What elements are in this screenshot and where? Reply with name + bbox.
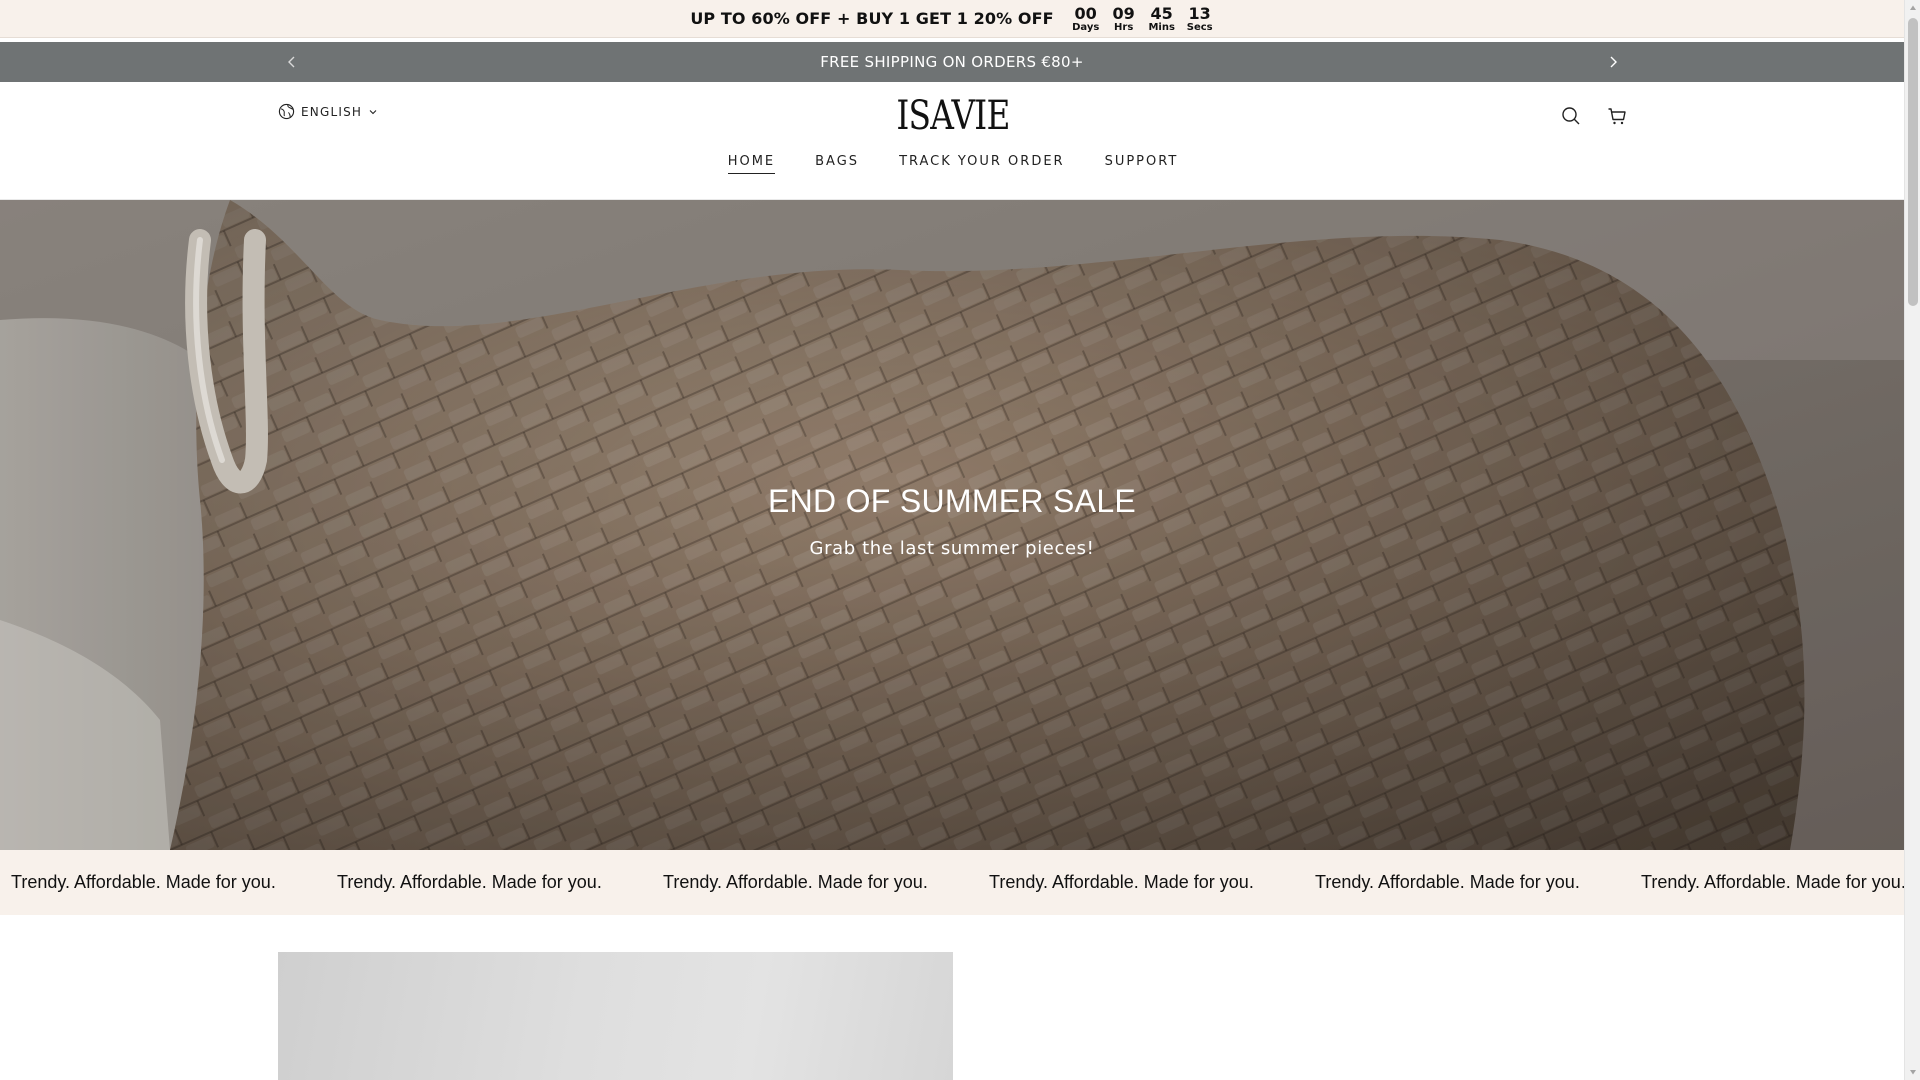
- announcement-bar: FREE SHIPPING ON ORDERS €80+: [0, 42, 1904, 82]
- marquee-item: Trendy. Affordable. Made for you.: [337, 872, 602, 892]
- featured-product-image[interactable]: [278, 952, 953, 1080]
- scroll-down-button[interactable]: [1905, 1064, 1920, 1080]
- nav-home[interactable]: HOME: [727, 154, 776, 174]
- marquee-item: Trendy. Affordable. Made for you.: [1641, 872, 1904, 892]
- countdown-minutes-value: 45: [1150, 3, 1173, 23]
- page: UP TO 60% OFF + BUY 1 GET 1 20% OFF 00 D…: [0, 0, 1904, 1080]
- countdown-hours-value: 09: [1112, 3, 1135, 23]
- scroll-thumb[interactable]: [1908, 18, 1918, 306]
- site-header: ENGLISH ISAVIE HOME BAGS TRACK YOUR ORDE…: [0, 82, 1904, 200]
- countdown-bar: UP TO 60% OFF + BUY 1 GET 1 20% OFF 00 D…: [0, 0, 1904, 38]
- countdown-seconds-label: Secs: [1186, 21, 1213, 33]
- main-navigation: HOME BAGS TRACK YOUR ORDER SUPPORT: [0, 154, 1904, 174]
- countdown-timer: 00 Days 09 Hrs 45 Mins 13 Secs: [1072, 5, 1214, 33]
- triangle-up-icon: [1910, 5, 1916, 10]
- marquee-item: Trendy. Affordable. Made for you.: [989, 872, 1254, 892]
- chevron-left-icon: [288, 56, 295, 68]
- cart-icon: [1608, 108, 1626, 125]
- scroll-up-button[interactable]: [1905, 0, 1920, 16]
- chevron-right-icon: [1610, 56, 1617, 68]
- chevron-down-icon: [369, 109, 377, 114]
- language-selector[interactable]: ENGLISH: [278, 103, 378, 120]
- countdown-days-label: Days: [1072, 21, 1100, 33]
- search-icon: [1562, 107, 1580, 125]
- countdown-minutes-label: Mins: [1148, 21, 1175, 33]
- countdown-seconds: 13 Secs: [1186, 5, 1214, 33]
- hero-image: [0, 200, 1904, 850]
- triangle-down-icon: [1910, 1070, 1916, 1075]
- marquee-item: Trendy. Affordable. Made for you.: [663, 872, 928, 892]
- marquee-item: Trendy. Affordable. Made for you.: [11, 872, 276, 892]
- countdown-hours-label: Hrs: [1114, 21, 1134, 33]
- hero-banner[interactable]: END OF SUMMER SALE Grab the last summer …: [0, 200, 1904, 850]
- language-label: ENGLISH: [301, 104, 363, 119]
- countdown-hours: 09 Hrs: [1110, 5, 1138, 33]
- nav-bags[interactable]: BAGS: [815, 154, 859, 174]
- nav-support[interactable]: SUPPORT: [1105, 154, 1179, 174]
- announcement-prev-button[interactable]: [280, 50, 304, 74]
- countdown-minutes: 45 Mins: [1148, 5, 1176, 33]
- promo-text: UP TO 60% OFF + BUY 1 GET 1 20% OFF: [690, 9, 1054, 28]
- hero-title: END OF SUMMER SALE: [767, 483, 1137, 519]
- cart-button[interactable]: [1603, 102, 1631, 130]
- announcement-next-button[interactable]: [1601, 50, 1625, 74]
- globe-icon: [278, 103, 295, 120]
- countdown-seconds-value: 13: [1188, 3, 1211, 23]
- nav-track-your-order[interactable]: TRACK YOUR ORDER: [899, 154, 1065, 174]
- announcement-text[interactable]: FREE SHIPPING ON ORDERS €80+: [820, 53, 1084, 71]
- search-button[interactable]: [1557, 102, 1585, 130]
- countdown-days-value: 00: [1074, 3, 1097, 23]
- site-logo[interactable]: ISAVIE: [893, 92, 1013, 140]
- marquee-item: Trendy. Affordable. Made for you.: [1315, 872, 1580, 892]
- countdown-days: 00 Days: [1072, 5, 1100, 33]
- tagline-marquee: Trendy. Affordable. Made for you. Trendy…: [0, 850, 1904, 915]
- page-scrollbar[interactable]: [1904, 0, 1920, 1080]
- hero-subtitle: Grab the last summer pieces!: [809, 538, 1095, 559]
